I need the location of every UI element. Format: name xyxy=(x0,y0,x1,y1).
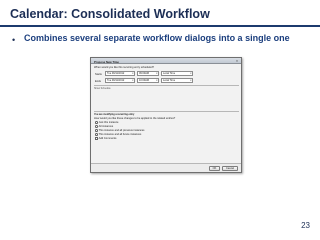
close-icon[interactable]: × xyxy=(235,59,239,63)
calendar-icon: ▾ xyxy=(132,72,134,75)
option-just-this-instance[interactable]: Just this instance xyxy=(95,121,119,124)
title-rule xyxy=(0,25,320,27)
start-time-value: 09:00AM xyxy=(139,72,150,75)
schedule-section[interactable]: Show Schedule xyxy=(94,85,239,90)
end-zone-select[interactable]: Local Time ▾ xyxy=(161,78,193,83)
cancel-button[interactable]: Cancel xyxy=(222,166,238,171)
option-all-instances[interactable]: All instances xyxy=(95,125,113,128)
start-date-value: Tue 09/11/2012 xyxy=(107,72,125,75)
add-comments-label: Add Comments xyxy=(98,137,117,140)
dialog-footer: OK Cancel xyxy=(91,163,241,172)
starts-label: Starts xyxy=(95,72,102,76)
start-zone-select[interactable]: Local Time ▾ xyxy=(161,71,193,76)
start-date-field[interactable]: Tue 09/11/2012 ▾ xyxy=(105,71,135,76)
radio-selected xyxy=(95,121,98,124)
radio xyxy=(95,133,98,136)
add-comments-checkbox[interactable]: Add Comments xyxy=(95,137,116,140)
apply-question: How would you like these changes to be a… xyxy=(94,117,176,120)
propose-time-dialog: Propose New Time × When would you like t… xyxy=(90,57,242,173)
chevron-down-icon: ▾ xyxy=(156,79,158,82)
end-time-field[interactable]: 10:00AM ▾ xyxy=(137,78,159,83)
recurring-section: You are modifying a recurring entry xyxy=(94,111,239,116)
bullet-text: Combines several separate workflow dialo… xyxy=(24,33,290,43)
end-zone-value: Local Time xyxy=(163,79,176,82)
option-label: All instances xyxy=(98,125,114,128)
schedule-question: When would you like this recurring entry… xyxy=(94,66,154,69)
end-time-value: 10:00AM xyxy=(139,79,150,82)
option-label: This instance and all previous instances xyxy=(98,129,145,132)
radio xyxy=(95,125,98,128)
checkbox xyxy=(95,137,98,140)
ok-button[interactable]: OK xyxy=(209,166,220,171)
option-future-instances[interactable]: This instance and all future instances xyxy=(95,133,141,136)
option-previous-instances[interactable]: This instance and all previous instances xyxy=(95,129,144,132)
chevron-down-icon: ▾ xyxy=(190,72,192,75)
chevron-down-icon: ▾ xyxy=(156,72,158,75)
radio xyxy=(95,129,98,132)
end-date-value: Tue 09/11/2012 xyxy=(107,79,125,82)
calendar-icon: ▾ xyxy=(132,79,134,82)
chevron-down-icon: ▾ xyxy=(190,79,192,82)
ends-label: Ends xyxy=(95,79,101,83)
start-zone-value: Local Time xyxy=(163,72,176,75)
schedule-section-label: Show Schedule xyxy=(94,86,111,90)
dialog-title: Propose New Time xyxy=(94,59,119,64)
option-label: This instance and all future instances xyxy=(98,133,142,136)
option-label: Just this instance xyxy=(98,121,119,124)
end-date-field[interactable]: Tue 09/11/2012 ▾ xyxy=(105,78,135,83)
recurring-section-label: You are modifying a recurring entry xyxy=(94,112,135,116)
slide-title: Calendar: Consolidated Workflow xyxy=(10,7,210,21)
start-time-field[interactable]: 09:00AM ▾ xyxy=(137,71,159,76)
bullet-icon: • xyxy=(12,35,16,45)
page-number: 23 xyxy=(301,221,310,230)
